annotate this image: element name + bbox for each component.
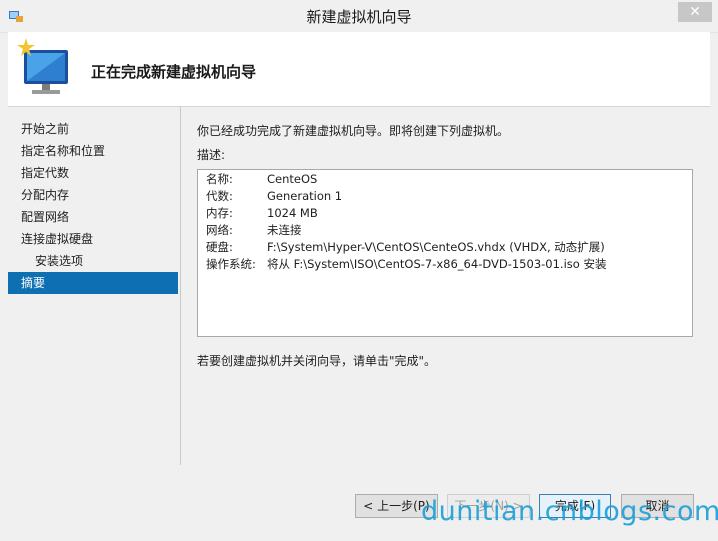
detail-key: 操作系统: — [206, 257, 256, 271]
detail-value: CenteOS — [267, 172, 318, 186]
nav-item-before-you-begin[interactable]: 开始之前 — [8, 118, 178, 140]
nav-item-memory[interactable]: 分配内存 — [8, 184, 178, 206]
description-label: 描述: — [197, 148, 226, 162]
nav-item-networking[interactable]: 配置网络 — [8, 206, 178, 228]
detail-key: 内存: — [206, 206, 233, 220]
watermark-text: dunitian.cnblogs.com — [421, 496, 718, 527]
detail-key: 硬盘: — [206, 240, 233, 254]
detail-value: F:\System\Hyper-V\CentOS\CenteOS.vhdx (V… — [267, 240, 605, 254]
nav-item-summary[interactable]: 摘要 — [8, 272, 178, 294]
detail-value: Generation 1 — [267, 189, 343, 203]
nav-item-installation-options[interactable]: 安装选项 — [8, 250, 178, 272]
detail-value: 未连接 — [267, 223, 302, 237]
detail-value: 1024 MB — [267, 206, 318, 220]
nav-item-virtual-hard-disk[interactable]: 连接虚拟硬盘 — [8, 228, 178, 250]
description-box[interactable]: 名称: CenteOS 代数: Generation 1 内存: 1024 MB… — [197, 169, 693, 337]
wizard-header: 正在完成新建虚拟机向导 — [8, 32, 710, 107]
nav-item-generation[interactable]: 指定代数 — [8, 162, 178, 184]
wizard-steps-nav: 开始之前 指定名称和位置 指定代数 分配内存 配置网络 连接虚拟硬盘 安装选项 … — [8, 107, 181, 465]
finish-instruction: 若要创建虚拟机并关闭向导，请单击"完成"。 — [197, 354, 437, 368]
title-bar: 新建虚拟机向导 ✕ — [0, 0, 718, 33]
detail-key: 网络: — [206, 223, 233, 237]
page-heading: 正在完成新建虚拟机向导 — [91, 63, 257, 81]
nav-item-name-and-location[interactable]: 指定名称和位置 — [8, 140, 178, 162]
close-button[interactable]: ✕ — [678, 2, 712, 22]
intro-text: 你已经成功完成了新建虚拟机向导。即将创建下列虚拟机。 — [197, 124, 510, 138]
new-vm-wizard-icon — [17, 38, 68, 94]
detail-key: 名称: — [206, 172, 233, 186]
detail-value: 将从 F:\System\ISO\CentOS-7-x86_64-DVD-150… — [267, 257, 607, 271]
window-title: 新建虚拟机向导 — [306, 8, 412, 26]
detail-key: 代数: — [206, 189, 233, 203]
